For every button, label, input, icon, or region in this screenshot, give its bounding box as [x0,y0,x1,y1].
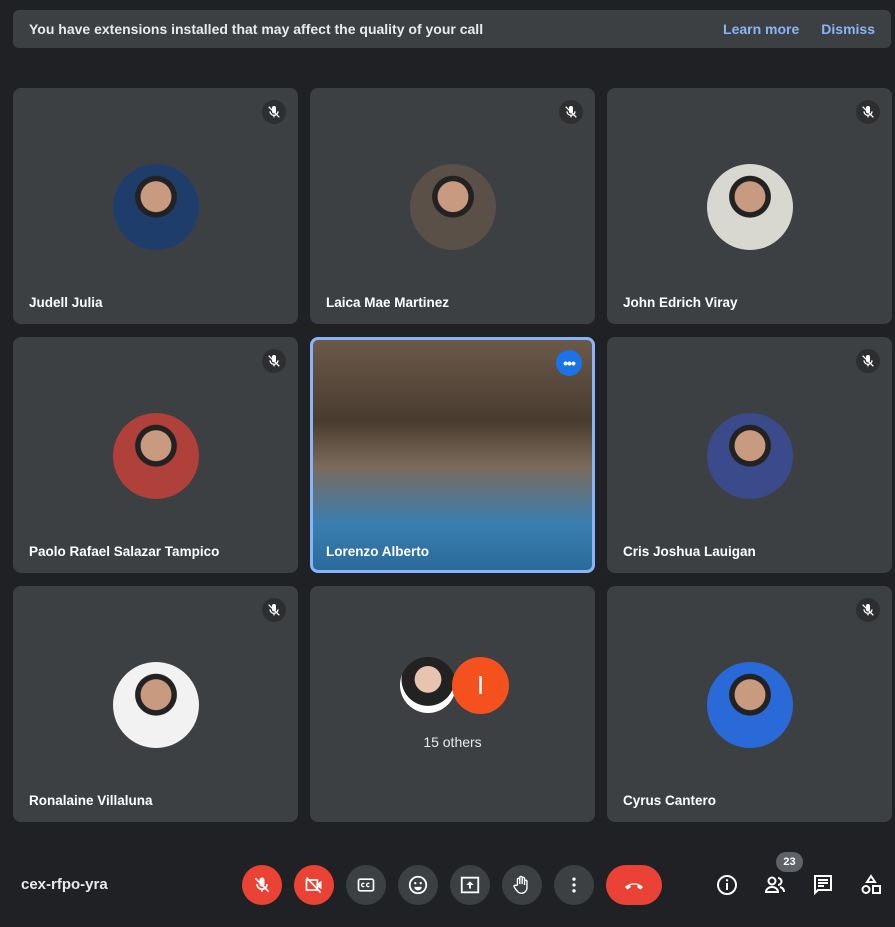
chat-button[interactable] [808,870,838,900]
participant-name: Cyrus Cantero [623,793,717,808]
raise-hand-button[interactable] [502,865,542,905]
participant-name: Cris Joshua Lauigan [623,544,756,559]
muted-indicator [856,349,880,373]
present-screen-button[interactable] [450,865,490,905]
participant-name: Paolo Rafael Salazar Tampico [29,544,220,559]
hang-up-icon [625,883,643,890]
participant-name: Judell Julia [29,295,103,310]
participant-tile[interactable]: Ronalaine Villaluna [13,586,298,822]
mic-off-icon [862,355,874,367]
mic-off-icon [862,604,874,616]
mic-off-icon [268,106,280,118]
participant-tile[interactable]: John Edrich Viray [607,88,892,324]
dismiss-button[interactable]: Dismiss [821,21,875,37]
participant-avatar [707,413,793,499]
participant-avatar [113,662,199,748]
muted-indicator [856,598,880,622]
muted-indicator [262,598,286,622]
people-button[interactable] [760,870,790,900]
muted-indicator [559,100,583,124]
reactions-button[interactable] [398,865,438,905]
info-icon [717,875,737,895]
others-count-label: 15 others [423,734,482,750]
participant-avatar [113,413,199,499]
others-tile[interactable]: I 15 others [310,586,595,822]
learn-more-link[interactable]: Learn more [723,21,799,37]
mic-off-icon [565,106,577,118]
closed-captions-icon [357,878,375,892]
participant-tile[interactable]: Cris Joshua Lauigan [607,337,892,573]
participant-avatar [707,662,793,748]
chat-icon [814,875,832,896]
participant-initial-avatar: I [452,657,509,714]
more-vert-icon [572,877,576,893]
participant-tile[interactable]: Laica Mae Martinez [310,88,595,324]
participant-count-badge: 23 [776,852,803,872]
captions-button[interactable] [346,865,386,905]
microphone-off-button[interactable] [242,865,282,905]
participant-avatar [113,164,199,250]
mic-off-icon [862,106,874,118]
activities-button[interactable] [856,870,886,900]
participant-avatar [707,164,793,250]
camera-off-button[interactable] [294,865,334,905]
tile-more-options-button[interactable]: ••• [556,350,582,376]
participant-tile[interactable]: Judell Julia [13,88,298,324]
banner-message: You have extensions installed that may a… [29,21,484,37]
participant-name: Lorenzo Alberto [326,544,429,559]
extensions-warning-banner: You have extensions installed that may a… [13,10,891,48]
participant-name: John Edrich Viray [623,295,738,310]
camera-off-icon [305,876,322,894]
participant-avatar [410,164,496,250]
muted-indicator [262,100,286,124]
bottom-control-bar: cex-rfpo-yra 23 [0,845,895,925]
more-options-button[interactable] [554,865,594,905]
muted-indicator [856,100,880,124]
participant-tile[interactable]: Cyrus Cantero [607,586,892,822]
video-tile[interactable]: ••• Lorenzo Alberto [310,337,595,573]
emoji-icon [408,875,428,895]
mic-off-icon [268,604,280,616]
meeting-details-button[interactable] [712,870,742,900]
hand-icon [513,875,528,894]
participant-name: Laica Mae Martinez [326,295,450,310]
shapes-icon [861,874,881,894]
participant-tile[interactable]: Paolo Rafael Salazar Tampico [13,337,298,573]
mic-off-icon [254,877,270,893]
muted-indicator [262,349,286,373]
meeting-code: cex-rfpo-yra [21,876,108,893]
present-icon [460,876,480,894]
people-icon [764,876,785,893]
mic-off-icon [268,355,280,367]
participant-avatar [400,657,456,713]
participant-name: Ronalaine Villaluna [29,793,153,808]
leave-call-button[interactable] [606,865,662,905]
